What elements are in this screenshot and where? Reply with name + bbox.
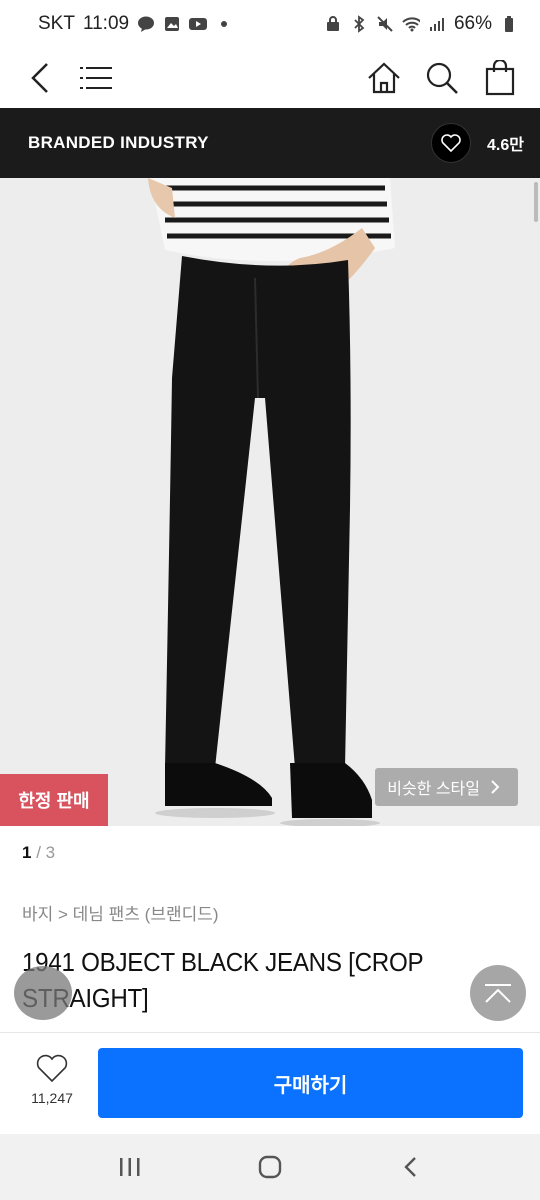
signal-icon xyxy=(428,15,446,33)
recent-apps-icon xyxy=(120,1158,140,1176)
product-title-line-2: STRAIGHT] xyxy=(22,983,149,1013)
wishlist-count: 11,247 xyxy=(31,1090,73,1106)
similar-style-button[interactable]: 비슷한 스타일 xyxy=(375,768,518,806)
back-icon xyxy=(31,63,48,93)
shopping-bag-icon xyxy=(485,60,515,96)
breadcrumb[interactable]: 바지 > 데님 팬츠 (브랜디드) xyxy=(22,900,219,925)
pager-current: 1 xyxy=(22,843,32,862)
buy-button[interactable]: 구매하기 xyxy=(98,1048,523,1118)
limited-sale-badge: 한정 판매 xyxy=(0,774,108,826)
menu-icon xyxy=(80,67,112,89)
clock: 11:09 xyxy=(82,13,130,34)
floating-assist-button[interactable] xyxy=(14,966,72,1020)
image-pager: 1 / 3 xyxy=(22,843,55,863)
home-circle-icon xyxy=(258,1155,282,1179)
back-button[interactable] xyxy=(20,58,60,98)
chevron-right-icon xyxy=(491,780,500,794)
brand-name[interactable]: BRANDED INDUSTRY xyxy=(28,133,209,153)
battery-percent: 66% xyxy=(453,13,492,34)
product-title-line-1: 1941 OBJECT BLACK JEANS [CROP xyxy=(22,947,424,977)
carrier-label: SKT xyxy=(38,13,75,34)
search-button[interactable] xyxy=(422,58,462,98)
brand-like-count: 4.6만 xyxy=(487,137,524,154)
arrow-up-icon xyxy=(485,984,511,1003)
system-navigation-bar xyxy=(0,1134,540,1200)
back-system-button[interactable] xyxy=(390,1147,430,1187)
status-bar: SKT 11:09 66% xyxy=(0,0,540,48)
purchase-action-bar: 11,247 구매하기 xyxy=(0,1032,540,1132)
brand-bar: BRANDED INDUSTRY 4.6만 xyxy=(0,108,540,178)
heart-icon xyxy=(441,134,461,152)
pager-total: 3 xyxy=(45,843,56,862)
wifi-icon xyxy=(402,15,420,33)
product-image[interactable]: 한정 판매 비슷한 스타일 xyxy=(0,178,540,826)
gallery-notification-icon xyxy=(163,15,181,33)
recent-apps-button[interactable] xyxy=(110,1147,150,1187)
heart-outline-icon xyxy=(36,1054,68,1083)
menu-button[interactable] xyxy=(76,58,116,98)
mute-icon xyxy=(376,15,394,33)
battery-icon xyxy=(500,15,518,33)
home-button[interactable] xyxy=(364,58,404,98)
brand-like-button[interactable] xyxy=(431,123,472,163)
youtube-notification-icon xyxy=(189,15,208,33)
bluetooth-icon xyxy=(350,15,368,33)
more-notifications-icon xyxy=(215,15,233,33)
back-chevron-icon xyxy=(404,1157,416,1177)
wishlist-button[interactable]: 11,247 xyxy=(22,1053,82,1106)
pager-separator: / xyxy=(36,843,41,862)
product-photo xyxy=(0,178,540,826)
home-system-button[interactable] xyxy=(250,1147,290,1187)
cart-button[interactable] xyxy=(480,58,520,98)
product-title: 1941 OBJECT BLACK JEANS [CROP STRAIGHT] xyxy=(22,944,459,1016)
lock-icon xyxy=(324,15,342,33)
home-icon xyxy=(368,62,400,94)
scroll-to-top-button[interactable] xyxy=(470,965,526,1021)
top-navigation xyxy=(0,48,540,108)
search-icon xyxy=(426,62,458,94)
talk-notification-icon xyxy=(137,15,155,33)
image-scrollbar[interactable] xyxy=(534,182,538,222)
similar-style-label: 비슷한 스타일 xyxy=(387,781,480,798)
